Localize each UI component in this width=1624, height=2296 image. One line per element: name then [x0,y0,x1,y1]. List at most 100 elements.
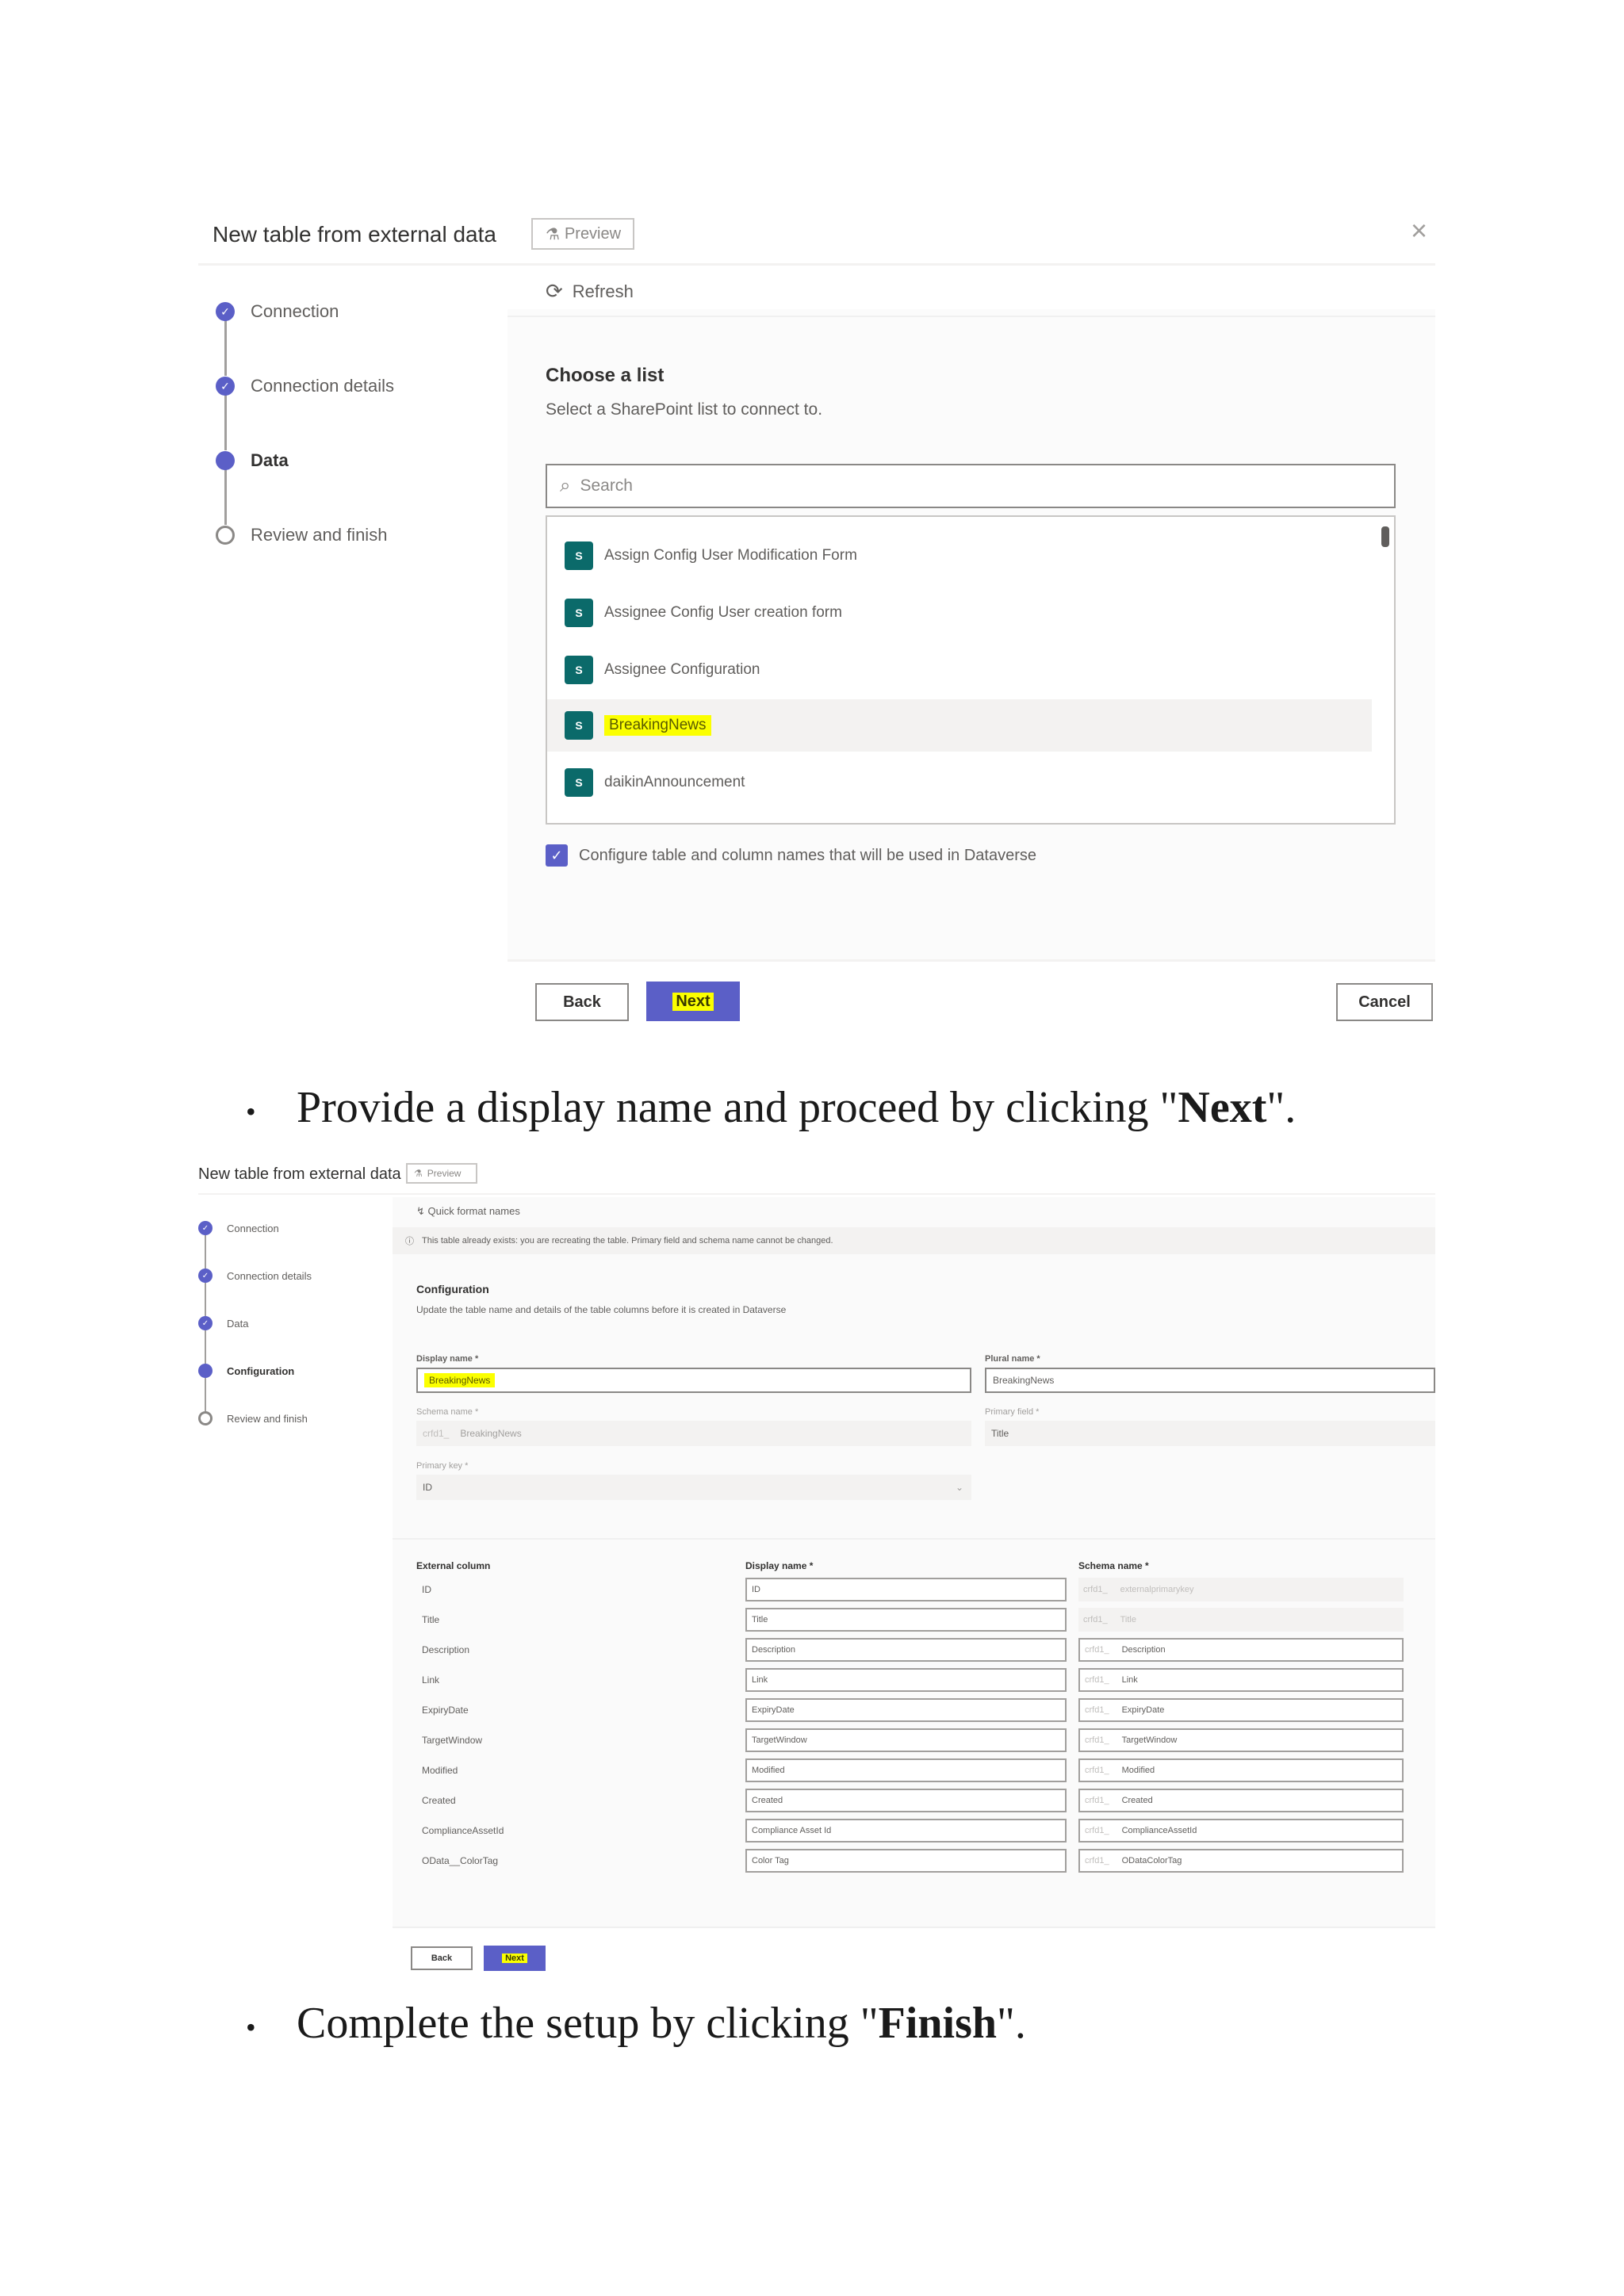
checkbox-checked-icon[interactable]: ✓ [546,844,568,867]
scrollbar-thumb[interactable] [1381,526,1389,547]
step-connection: ✓ Connection [198,1221,279,1235]
column-display-name-input[interactable]: TargetWindow [745,1728,1067,1752]
display-name-value: BreakingNews [424,1373,496,1387]
column-display-name-input[interactable]: Description [745,1638,1067,1662]
external-column-label: Modified [422,1765,458,1776]
toolbar-divider [508,316,1435,317]
external-column-label: ID [422,1584,431,1595]
search-input[interactable]: ⌕ Search [546,464,1396,508]
back-button[interactable]: Back [411,1946,473,1970]
close-icon[interactable]: × [1411,214,1427,247]
schema-value: TargetWindow [1121,1735,1178,1745]
column-display-name-input[interactable]: Modified [745,1758,1067,1782]
column-display-name-input[interactable]: Title [745,1608,1067,1632]
step-connector [205,1235,206,1269]
list-item-label: daikinAnnouncement [604,774,745,790]
back-button[interactable]: Back [535,983,629,1021]
sharepoint-list-picker: S Assign Config User Modification Form S… [546,515,1396,825]
column-display-name-input[interactable]: Compliance Asset Id [745,1819,1067,1843]
primary-field-input: Title [985,1421,1435,1446]
col-header-schema: Schema name * [1078,1560,1149,1571]
step-connection: ✓ Connection [216,301,339,322]
column-schema-name-input[interactable]: crfd1_ ComplianceAssetId [1078,1819,1404,1843]
list-item-label: Assignee Configuration [604,661,760,678]
column-schema-name-input: crfd1_ Title [1078,1608,1404,1632]
schema-prefix: crfd1_ [1083,1615,1108,1624]
flask-icon: ⚗ [414,1168,423,1179]
check-icon: ✓ [198,1316,213,1330]
step-label: Review and finish [251,525,388,545]
step-label: Connection details [251,376,395,396]
schema-prefix: crfd1_ [1085,1735,1109,1745]
sharepoint-list-icon: S [565,541,593,570]
sharepoint-list-icon: S [565,656,593,684]
schema-prefix: crfd1_ [1085,1766,1109,1775]
column-display-name-input[interactable]: Link [745,1668,1067,1692]
dialog-choose-list: New table from external data ⚗ Preview ×… [198,190,1435,1047]
external-column-label: Description [422,1644,470,1655]
info-icon: ⓘ [405,1237,414,1246]
schema-value: externalprimarykey [1120,1585,1194,1594]
list-item[interactable]: S Assignee Config User creation form [547,587,1372,639]
preview-label: Preview [564,224,622,243]
step-label: Connection [251,301,339,321]
instruction-bullet: • Complete the setup by clicking "Finish"… [246,1998,1026,2049]
column-schema-name-input[interactable]: crfd1_ ODataColorTag [1078,1849,1404,1873]
column-display-name-input[interactable]: ExpiryDate [745,1698,1067,1722]
column-display-name-input[interactable]: Color Tag [745,1849,1067,1873]
primary-key-value: ID [423,1482,432,1493]
step-connector [224,320,227,376]
pending-step-icon [198,1411,213,1425]
step-label: Configuration [227,1364,295,1377]
step-data: ✓ Data [198,1316,248,1330]
next-button[interactable]: Next [646,982,740,1021]
external-column-label: ComplianceAssetId [422,1825,504,1836]
external-column-label: OData__ColorTag [422,1855,499,1866]
external-column-label: Created [422,1795,456,1806]
step-review-finish: Review and finish [198,1411,308,1425]
column-schema-name-input[interactable]: crfd1_ Description [1078,1638,1404,1662]
schema-value: ExpiryDate [1121,1705,1165,1715]
column-schema-name-input[interactable]: crfd1_ Created [1078,1789,1404,1812]
col-header-display: Display name * [745,1560,814,1571]
column-schema-name-input[interactable]: crfd1_ Modified [1078,1758,1404,1782]
column-schema-name-input[interactable]: crfd1_ Link [1078,1668,1404,1692]
column-schema-name-input[interactable]: crfd1_ TargetWindow [1078,1728,1404,1752]
column-schema-name-input[interactable]: crfd1_ ExpiryDate [1078,1698,1404,1722]
next-button[interactable]: Next [484,1946,546,1971]
schema-value: Description [1121,1645,1166,1655]
next-label: Next [672,992,714,1011]
format-icon: ↯ [416,1205,425,1217]
schema-name-value: BreakingNews [460,1428,522,1439]
step-connector [205,1330,206,1364]
chevron-down-icon: ⌄ [955,1482,963,1493]
config-subheading: Update the table name and details of the… [416,1304,787,1315]
dialog-title: New table from external data [213,222,496,247]
step-label: Review and finish [227,1412,308,1425]
column-display-name-input[interactable]: ID [745,1578,1067,1601]
external-column-label: Link [422,1674,440,1686]
column-display-name-input[interactable]: Created [745,1789,1067,1812]
quick-format-button[interactable]: ↯ Quick format names [416,1205,520,1218]
list-item-selected[interactable]: S BreakingNews [547,699,1372,752]
step-label: Data [227,1317,249,1330]
plural-name-input[interactable]: BreakingNews [985,1368,1435,1393]
header-divider [198,1193,1435,1195]
primary-field-label: Primary field * [985,1407,1040,1417]
schema-prefix: crfd1_ [1085,1826,1109,1835]
refresh-label: Refresh [572,281,634,301]
list-item[interactable]: S Assign Config User Modification Form [547,530,1372,582]
display-name-input[interactable]: BreakingNews [416,1368,971,1393]
preview-badge: ⚗ Preview [531,218,634,250]
pending-step-icon [216,526,235,545]
preview-label: Preview [427,1168,462,1179]
footer-divider [508,959,1435,962]
list-item[interactable]: S daikinAnnouncement [547,756,1372,809]
list-item[interactable]: S Assignee Configuration [547,644,1372,696]
check-icon: ✓ [198,1221,213,1235]
refresh-button[interactable]: ⟳ Refresh [546,279,634,304]
configure-names-checkbox-row[interactable]: ✓ Configure table and column names that … [546,844,1036,867]
cancel-button[interactable]: Cancel [1336,983,1433,1021]
refresh-icon: ⟳ [546,279,563,303]
bullet-icon: • [246,1096,256,1128]
